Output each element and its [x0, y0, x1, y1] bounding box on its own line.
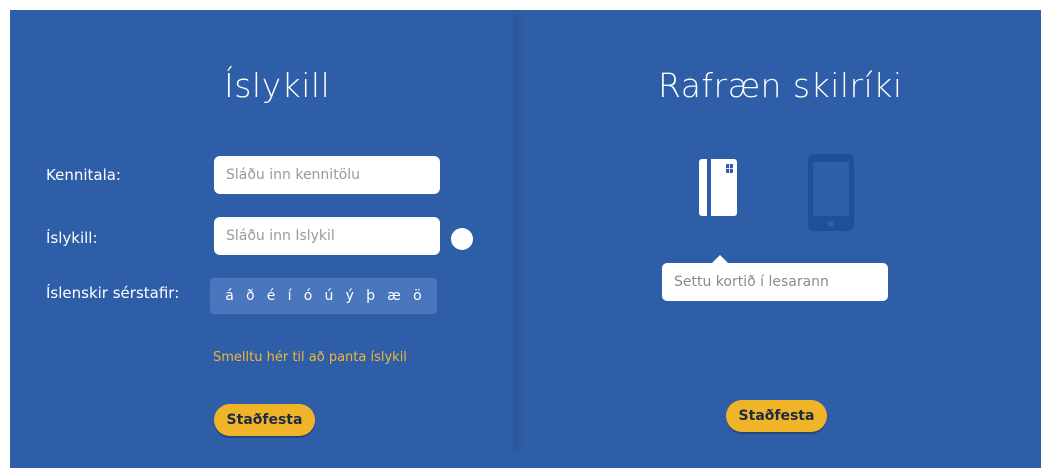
- kennitala-input[interactable]: [214, 156, 440, 194]
- char-button-o-acute[interactable]: ó: [303, 286, 314, 306]
- panel-divider: [513, 14, 525, 452]
- islykill-label: Íslykill:: [46, 229, 98, 247]
- skilriki-confirm-button[interactable]: Staðfesta: [726, 400, 827, 432]
- order-islykill-link[interactable]: Smelltu hér til að panta íslykil: [213, 350, 407, 365]
- kennitala-label: Kennitala:: [46, 166, 121, 184]
- card-reader-hint: Settu kortið í lesarann: [662, 263, 888, 301]
- special-chars-bar: á ð é í ó ú ý þ æ ö: [210, 278, 437, 314]
- islykill-input[interactable]: [214, 217, 440, 255]
- special-chars-label: Íslenskir sérstafir:: [46, 284, 180, 302]
- char-button-ae[interactable]: æ: [386, 286, 402, 306]
- char-button-i-acute[interactable]: í: [287, 286, 293, 306]
- reader-hint-pointer: [712, 255, 728, 263]
- show-password-toggle[interactable]: [451, 228, 473, 250]
- char-button-thorn[interactable]: þ: [365, 286, 376, 306]
- mobile-phone-icon[interactable]: [808, 154, 854, 231]
- islykill-title: Íslykill: [224, 66, 331, 105]
- char-button-e-acute[interactable]: é: [266, 286, 277, 306]
- char-button-a-acute[interactable]: á: [224, 286, 235, 306]
- char-button-o-umlaut[interactable]: ö: [412, 286, 423, 306]
- rafraen-skilriki-title: Rafræn skilríki: [658, 66, 903, 105]
- char-button-y-acute[interactable]: ý: [345, 286, 355, 306]
- smartcard-icon[interactable]: [699, 159, 737, 216]
- char-button-u-acute[interactable]: ú: [323, 286, 334, 306]
- char-button-eth[interactable]: ð: [245, 286, 256, 306]
- islykill-confirm-button[interactable]: Staðfesta: [214, 404, 315, 436]
